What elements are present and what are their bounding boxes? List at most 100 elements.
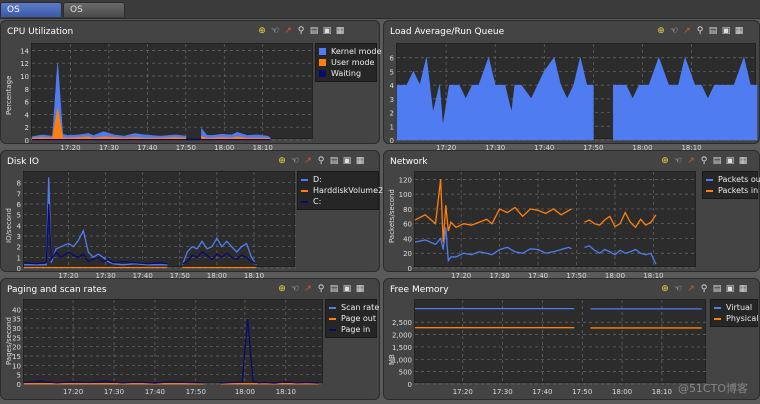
legend-item: Packets out: [706, 174, 760, 185]
y-tick-label: 2: [390, 110, 394, 118]
settings-icon[interactable]: ▦: [738, 156, 748, 166]
legend-item: User mode: [319, 57, 375, 68]
panel-4: Network ⊕ ☜ ↗ ⚲ ▤ ▣ ▦ Packets/second 0 20 40 60 80 100…: [383, 150, 760, 280]
hand-icon[interactable]: ☜: [290, 284, 300, 294]
x-tick-label: 18:10: [652, 388, 672, 396]
hand-icon[interactable]: ☜: [673, 284, 683, 294]
hand-icon[interactable]: ☜: [673, 156, 683, 166]
zoom-in-icon[interactable]: ⊕: [257, 26, 267, 36]
table-icon[interactable]: ▤: [708, 26, 718, 36]
tab-os-performance[interactable]: OS Performance: [0, 2, 64, 30]
zoom-in-icon[interactable]: ⊕: [277, 284, 287, 294]
tool-icon[interactable]: ⚲: [695, 26, 705, 36]
chart-svg: 0246810121417:20 17:30 17:40 17:50 18:00 18:1…: [20, 44, 314, 152]
y-tick-label: 12: [20, 60, 29, 68]
zoom-in-icon[interactable]: ⊕: [656, 26, 666, 36]
legend-swatch: [706, 178, 713, 181]
legend-item: Packets in: [706, 185, 758, 196]
y-axis-label: Packets/second: [388, 189, 396, 243]
settings-icon[interactable]: ▦: [335, 26, 345, 36]
y-tick-label: 80: [403, 206, 412, 214]
y-tick-label: 0: [17, 381, 21, 389]
legend-label: Physical: [726, 314, 759, 323]
chart-svg: 01234567817:20 17:30 17:40 17:50 18:00 18:10: [17, 172, 296, 280]
legend-item: HarddiskVolume2: [301, 185, 383, 196]
legend-label: Virtual: [726, 303, 753, 312]
table-icon[interactable]: ▤: [329, 156, 339, 166]
legend-label: User mode: [331, 58, 375, 67]
hand-icon[interactable]: ☜: [669, 26, 679, 36]
chart-legend: Virtual Physical: [710, 299, 759, 327]
save-icon[interactable]: ▣: [342, 284, 352, 294]
legend-swatch: [301, 178, 308, 181]
table-icon[interactable]: ▤: [712, 156, 722, 166]
y-tick-label: 5: [390, 68, 394, 76]
chart-svg: 05 101520 253035 40 17:20 17:30 17:40 17:50 18:0…: [12, 300, 324, 396]
y-tick-label: 35: [12, 316, 21, 324]
save-icon[interactable]: ▣: [322, 26, 332, 36]
zoom-in-icon[interactable]: ⊕: [277, 156, 287, 166]
legend-label: Packets in: [718, 186, 759, 195]
chart-svg: 02040608010012017:20 17:30 17:40 17:50 18:00…: [399, 172, 697, 280]
series-line: [23, 203, 168, 265]
legend-swatch: [714, 317, 721, 320]
chart-plot-area[interactable]: 0 1 2 3 4 5 6 7 8 17:20 17:30 17:40 17:50 18:00 18:10: [17, 171, 296, 280]
chart-plot-area[interactable]: 0 2 4 6 8 10 12 14 17:20 17:30 17:40 17:50 18:00 18:1…: [20, 43, 314, 152]
tool-icon[interactable]: ⚲: [699, 156, 709, 166]
table-icon[interactable]: ▤: [309, 26, 319, 36]
tool-icon[interactable]: ⚲: [699, 284, 709, 294]
y-tick-label: 2,500: [392, 319, 412, 327]
zoom-in-icon[interactable]: ⊕: [660, 284, 670, 294]
tool-icon[interactable]: ⚲: [296, 26, 306, 36]
panel-toolbar: ⊕ ☜ ↗ ⚲ ▤ ▣ ▦: [277, 156, 365, 168]
settings-icon[interactable]: ▦: [734, 26, 744, 36]
chart-plot-area[interactable]: 0 20 40 60 80 100 120 17:20 17:30 17:40 17:50 18:00…: [399, 171, 697, 280]
chart-type-icon[interactable]: ↗: [303, 156, 313, 166]
y-tick-label: 4: [25, 111, 30, 119]
save-icon[interactable]: ▣: [725, 156, 735, 166]
y-tick-label: 30: [12, 325, 21, 333]
save-icon[interactable]: ▣: [725, 284, 735, 294]
chart-type-icon[interactable]: ↗: [686, 284, 696, 294]
save-icon[interactable]: ▣: [342, 156, 352, 166]
legend-label: C:: [313, 197, 322, 206]
chart-type-icon[interactable]: ↗: [682, 26, 692, 36]
zoom-in-icon[interactable]: ⊕: [660, 156, 670, 166]
settings-icon[interactable]: ▦: [355, 156, 365, 166]
series-line: [584, 211, 657, 229]
x-tick-label: 17:40: [145, 388, 165, 396]
y-tick-label: 14: [20, 47, 29, 55]
chart-type-icon[interactable]: ↗: [686, 156, 696, 166]
legend-label: D:: [313, 175, 322, 184]
save-icon[interactable]: ▣: [721, 26, 731, 36]
table-icon[interactable]: ▤: [329, 284, 339, 294]
series-line: [24, 177, 168, 266]
hand-icon[interactable]: ☜: [290, 156, 300, 166]
x-tick-label: 17:20: [63, 388, 83, 396]
chart-plot-area[interactable]: 0 5 10 15 20 25 30 35 40 17:20 17:30 17:40 17:50 18:0…: [12, 299, 324, 396]
y-tick-label: 0: [25, 137, 29, 145]
y-tick-label: 4: [390, 82, 395, 90]
legend-item: Page out: [329, 313, 376, 324]
y-tick-label: 0: [408, 265, 412, 273]
chart-plot-area[interactable]: 0 500 1,000 1,500 2,000 2,500 17:20 17:30 17:40 1…: [392, 299, 707, 396]
settings-icon[interactable]: ▦: [738, 284, 748, 294]
table-icon[interactable]: ▤: [712, 284, 722, 294]
chart-plot-area[interactable]: 0 1 2 3 4 5 6 17:20 17:30 17:40 17:50 18:00 18:10: [390, 43, 758, 152]
legend-label: Kernel mode: [331, 47, 382, 56]
x-tick-label: 17:50: [186, 388, 206, 396]
legend-swatch: [329, 328, 336, 331]
legend-label: Waiting: [331, 69, 362, 78]
chart-type-icon[interactable]: ↗: [303, 284, 313, 294]
hand-icon[interactable]: ☜: [270, 26, 280, 36]
chart-type-icon[interactable]: ↗: [283, 26, 293, 36]
settings-icon[interactable]: ▦: [355, 284, 365, 294]
panel-toolbar: ⊕ ☜ ↗ ⚲ ▤ ▣ ▦: [660, 284, 748, 296]
tool-icon[interactable]: ⚲: [316, 156, 326, 166]
legend-swatch: [301, 189, 308, 192]
x-tick-label: 17:40: [532, 388, 552, 396]
legend-label: HarddiskVolume2: [313, 186, 384, 195]
legend-item: Physical: [714, 313, 759, 324]
tab-os-processes[interactable]: OS Processes: [63, 2, 125, 30]
tool-icon[interactable]: ⚲: [316, 284, 326, 294]
